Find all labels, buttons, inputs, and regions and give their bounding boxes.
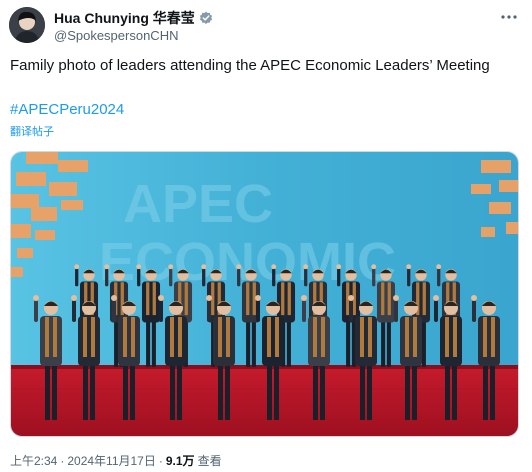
tweet-date[interactable]: 2024年11月17日 xyxy=(67,452,156,469)
avatar-image xyxy=(9,7,45,43)
tweet-meta: 上午2:34 · 2024年11月17日 · 9.1万 查看 xyxy=(10,452,222,469)
meta-separator: · xyxy=(60,453,65,468)
family-photo-image: APEC ECONOMIC xyxy=(11,152,518,436)
tweet-time[interactable]: 上午2:34 xyxy=(10,452,57,469)
tweet-text: Family photo of leaders attending the AP… xyxy=(10,57,490,74)
views-label: 查看 xyxy=(197,454,222,468)
backdrop-text-line-1: APEC xyxy=(123,174,273,234)
author-display-name[interactable]: Hua Chunying 华春莹 xyxy=(54,8,195,28)
author-handle[interactable]: @SpokespersonCHN xyxy=(54,28,178,43)
views-count: 9.1万 xyxy=(165,454,195,468)
translate-post-link[interactable]: 翻译帖子 xyxy=(10,123,54,139)
avatar[interactable] xyxy=(9,7,45,43)
verified-badge-icon xyxy=(199,11,213,25)
meta-separator-2: · xyxy=(158,453,163,468)
more-options-icon[interactable] xyxy=(500,8,518,31)
author-name-row: Hua Chunying 华春莹 xyxy=(54,9,213,27)
hashtag-link[interactable]: #APECPeru2024 xyxy=(10,101,124,118)
tweet-photo[interactable]: APEC ECONOMIC xyxy=(10,151,519,437)
